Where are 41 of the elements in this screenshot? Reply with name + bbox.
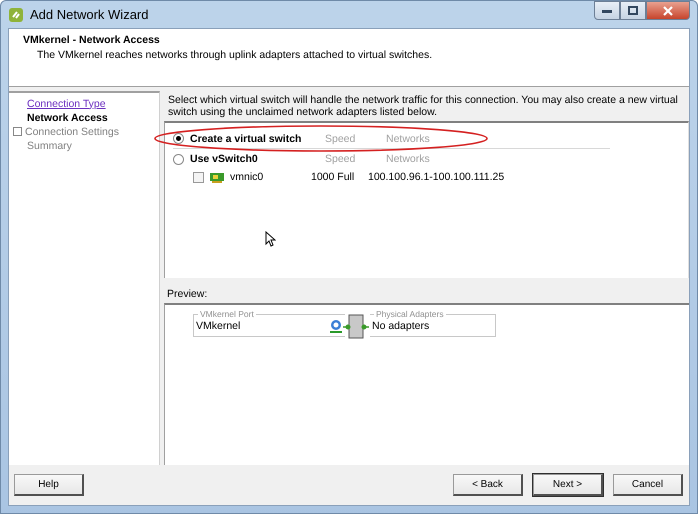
maximize-icon	[628, 6, 638, 15]
group-legend: VMkernel Port	[198, 309, 256, 319]
radio-button[interactable]	[173, 154, 184, 164]
adapter-speed: 1000 Full	[311, 171, 356, 183]
close-button[interactable]	[646, 1, 690, 20]
port-name: VMkernel	[196, 320, 240, 332]
adapter-name: vmnic0	[230, 171, 264, 183]
column-header: Speed	[325, 132, 356, 144]
adapters-status: No adapters	[372, 320, 430, 332]
instructions-text: Select which virtual switch will handle the network traffic for this connection. You may also create a new virtual switch using the unclaimed network adapters listed below.	[167, 93, 679, 120]
column-header: Networks	[386, 132, 430, 144]
close-icon	[663, 6, 673, 16]
minimize-button[interactable]	[594, 1, 620, 20]
switch-drawing	[343, 314, 369, 339]
network-card-icon	[210, 172, 224, 182]
app-icon	[8, 6, 24, 22]
wizard-button[interactable]: Cancel	[613, 474, 683, 496]
radio-button[interactable]	[173, 133, 184, 144]
window-title: Add Network Wizard	[30, 7, 150, 22]
page-title: VMkernel - Network Access	[23, 34, 161, 46]
expand-icon[interactable]	[13, 127, 22, 136]
network-port-icon	[329, 318, 343, 332]
preview-label: Preview:	[166, 287, 208, 302]
step-label: Network Access	[27, 112, 108, 124]
wizard-button[interactable]: < Back	[453, 474, 523, 496]
column-header: Speed	[325, 153, 356, 165]
minimize-icon	[602, 8, 612, 12]
step-label: Summary	[27, 140, 72, 152]
checkbox[interactable]	[193, 172, 204, 182]
maximize-button[interactable]	[620, 1, 646, 20]
page-description: The VMkernel reaches networks through uplink adapters attached to virtual switches.	[36, 49, 434, 61]
wizard-button[interactable]: Help	[14, 474, 84, 496]
column-header: Networks	[386, 153, 430, 165]
adapter-networks: 100.100.96.1-100.100.111.25	[368, 171, 504, 183]
step-label: Connection Settings	[25, 126, 119, 138]
cursor-icon	[265, 231, 276, 247]
step-link[interactable]: Connection Type	[27, 98, 106, 110]
wizard-button[interactable]: Next >	[533, 474, 603, 496]
option-label: Use vSwitch0	[190, 153, 259, 165]
option-label: Create a virtual switch	[190, 132, 302, 144]
group-legend: Physical Adapters	[374, 309, 446, 319]
